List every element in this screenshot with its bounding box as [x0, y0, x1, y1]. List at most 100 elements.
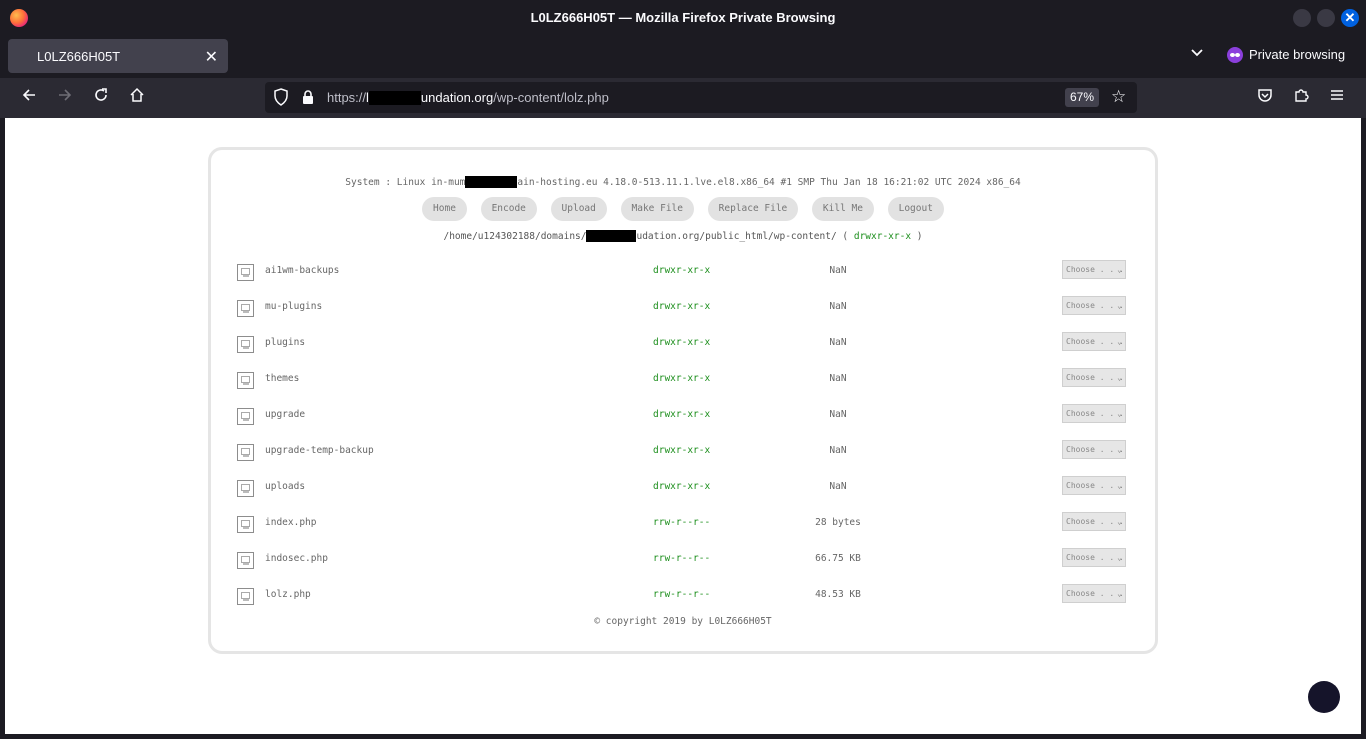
zoom-level-button[interactable]: 67%: [1065, 88, 1100, 107]
minimize-button[interactable]: [1293, 9, 1311, 27]
file-icon: [237, 372, 254, 389]
chevron-down-icon: ⌄: [1117, 589, 1122, 598]
tab-label: L0LZ666H05T: [37, 49, 121, 64]
redaction-bar: [368, 91, 421, 105]
upload-button[interactable]: Upload: [550, 197, 607, 221]
action-select-value: Choose . . .: [1066, 445, 1124, 454]
file-size: 66.75 KB: [815, 553, 861, 564]
action-select-value: Choose . . .: [1066, 589, 1124, 598]
path-suffix[interactable]: udation.org/public_html/wp-content/ (: [636, 231, 848, 242]
pocket-icon[interactable]: [1253, 86, 1277, 110]
file-row: lolz.php rrw-r--r-- 48.53 KB Choose . . …: [233, 584, 1133, 612]
file-icon: [237, 444, 254, 461]
bookmark-star-icon[interactable]: ☆: [1111, 87, 1126, 107]
private-browsing-indicator: Private browsing: [1227, 47, 1345, 63]
action-select[interactable]: Choose . . . ⌄: [1062, 512, 1126, 531]
file-permission: drwxr-xr-x: [653, 409, 711, 420]
action-select-value: Choose . . .: [1066, 265, 1124, 274]
kill-me-button[interactable]: Kill Me: [811, 197, 874, 221]
action-select-value: Choose . . .: [1066, 517, 1124, 526]
logout-button[interactable]: Logout: [887, 197, 944, 221]
file-icon: [237, 588, 254, 605]
action-select[interactable]: Choose . . . ⌄: [1062, 548, 1126, 567]
action-select[interactable]: Choose . . . ⌄: [1062, 260, 1126, 279]
action-select[interactable]: Choose . . . ⌄: [1062, 584, 1126, 603]
extensions-puzzle-icon[interactable]: [1289, 86, 1313, 110]
close-window-button[interactable]: ✕: [1341, 9, 1359, 27]
file-icon: [237, 264, 254, 281]
file-size: NaN: [829, 337, 847, 348]
action-select[interactable]: Choose . . . ⌄: [1062, 296, 1126, 315]
maximize-button[interactable]: [1317, 9, 1335, 27]
home-button[interactable]: Home: [422, 197, 467, 221]
file-name[interactable]: themes: [265, 373, 299, 384]
tracking-protection-shield-icon[interactable]: [273, 88, 289, 106]
reload-icon[interactable]: [89, 86, 113, 110]
file-size: NaN: [829, 445, 847, 456]
forward-arrow-icon[interactable]: [53, 86, 77, 110]
action-select-value: Choose . . .: [1066, 337, 1124, 346]
action-select[interactable]: Choose . . . ⌄: [1062, 368, 1126, 387]
file-name[interactable]: lolz.php: [265, 589, 311, 600]
action-select[interactable]: Choose . . . ⌄: [1062, 332, 1126, 351]
file-row: ai1wm-backups drwxr-xr-x NaN Choose . . …: [233, 260, 1133, 288]
path-prefix[interactable]: /home/u124302188/domains/: [443, 231, 586, 242]
replace-file-button[interactable]: Replace File: [707, 197, 799, 221]
page-viewport: System : Linux in-mum ain-hosting.eu 4.18…: [5, 118, 1361, 734]
close-tab-icon[interactable]: ✕: [205, 47, 218, 67]
shell-panel: System : Linux in-mum ain-hosting.eu 4.18…: [208, 147, 1158, 654]
chevron-down-icon: ⌄: [1117, 301, 1122, 310]
path-permission: drwxr-xr-x: [853, 231, 912, 242]
file-name[interactable]: uploads: [265, 481, 305, 492]
encode-button[interactable]: Encode: [480, 197, 537, 221]
file-name[interactable]: plugins: [265, 337, 305, 348]
hamburger-menu-icon[interactable]: [1325, 86, 1349, 110]
list-all-tabs-icon[interactable]: [1190, 46, 1204, 61]
window-titlebar: L0LZ666H05T — Mozilla Firefox Private Br…: [0, 0, 1366, 36]
home-icon[interactable]: [125, 86, 149, 110]
url-scheme: https://: [327, 90, 367, 105]
path-close: ): [916, 231, 923, 242]
redaction-bar: [586, 230, 637, 242]
tab-active[interactable]: L0LZ666H05T ✕: [8, 39, 228, 73]
action-select[interactable]: Choose . . . ⌄: [1062, 476, 1126, 495]
file-icon: [237, 408, 254, 425]
copyright-footer: © copyright 2019 by L0LZ666H05T: [594, 616, 772, 627]
file-permission: rrw-r--r--: [653, 553, 711, 564]
floating-action-button[interactable]: [1308, 681, 1340, 713]
file-permission: drwxr-xr-x: [653, 481, 711, 492]
file-permission: drwxr-xr-x: [653, 337, 711, 348]
tab-bar: L0LZ666H05T ✕ Private browsing: [0, 36, 1366, 78]
file-row: themes drwxr-xr-x NaN Choose . . . ⌄: [233, 368, 1133, 396]
action-select-value: Choose . . .: [1066, 301, 1124, 310]
redaction-bar: [465, 176, 518, 188]
file-icon: [237, 480, 254, 497]
file-permission: drwxr-xr-x: [653, 373, 711, 384]
url-text[interactable]: https://l undation.org/wp-content/lolz.ph…: [327, 90, 609, 105]
chevron-down-icon: ⌄: [1117, 337, 1122, 346]
file-size: 28 bytes: [815, 517, 861, 528]
file-name[interactable]: mu-plugins: [265, 301, 322, 312]
file-row: indosec.php rrw-r--r-- 66.75 KB Choose .…: [233, 548, 1133, 576]
action-select-value: Choose . . .: [1066, 481, 1124, 490]
system-info: System : Linux in-mum ain-hosting.eu 4.18…: [211, 176, 1155, 188]
back-arrow-icon[interactable]: [17, 86, 41, 110]
url-bar[interactable]: https://l undation.org/wp-content/lolz.ph…: [265, 82, 1137, 113]
file-row: mu-plugins drwxr-xr-x NaN Choose . . . ⌄: [233, 296, 1133, 324]
file-name[interactable]: upgrade-temp-backup: [265, 445, 374, 456]
make-file-button[interactable]: Make File: [620, 197, 694, 221]
file-row: upgrade-temp-backup drwxr-xr-x NaN Choos…: [233, 440, 1133, 468]
file-size: NaN: [829, 373, 847, 384]
lock-icon[interactable]: [301, 89, 315, 105]
file-name[interactable]: index.php: [265, 517, 316, 528]
action-select[interactable]: Choose . . . ⌄: [1062, 404, 1126, 423]
file-name[interactable]: upgrade: [265, 409, 305, 420]
action-select-value: Choose . . .: [1066, 373, 1124, 382]
chevron-down-icon: ⌄: [1117, 409, 1122, 418]
file-permission: rrw-r--r--: [653, 589, 711, 600]
file-size: 48.53 KB: [815, 589, 861, 600]
action-select[interactable]: Choose . . . ⌄: [1062, 440, 1126, 459]
chevron-down-icon: ⌄: [1117, 517, 1122, 526]
file-name[interactable]: indosec.php: [265, 553, 328, 564]
file-name[interactable]: ai1wm-backups: [265, 265, 339, 276]
